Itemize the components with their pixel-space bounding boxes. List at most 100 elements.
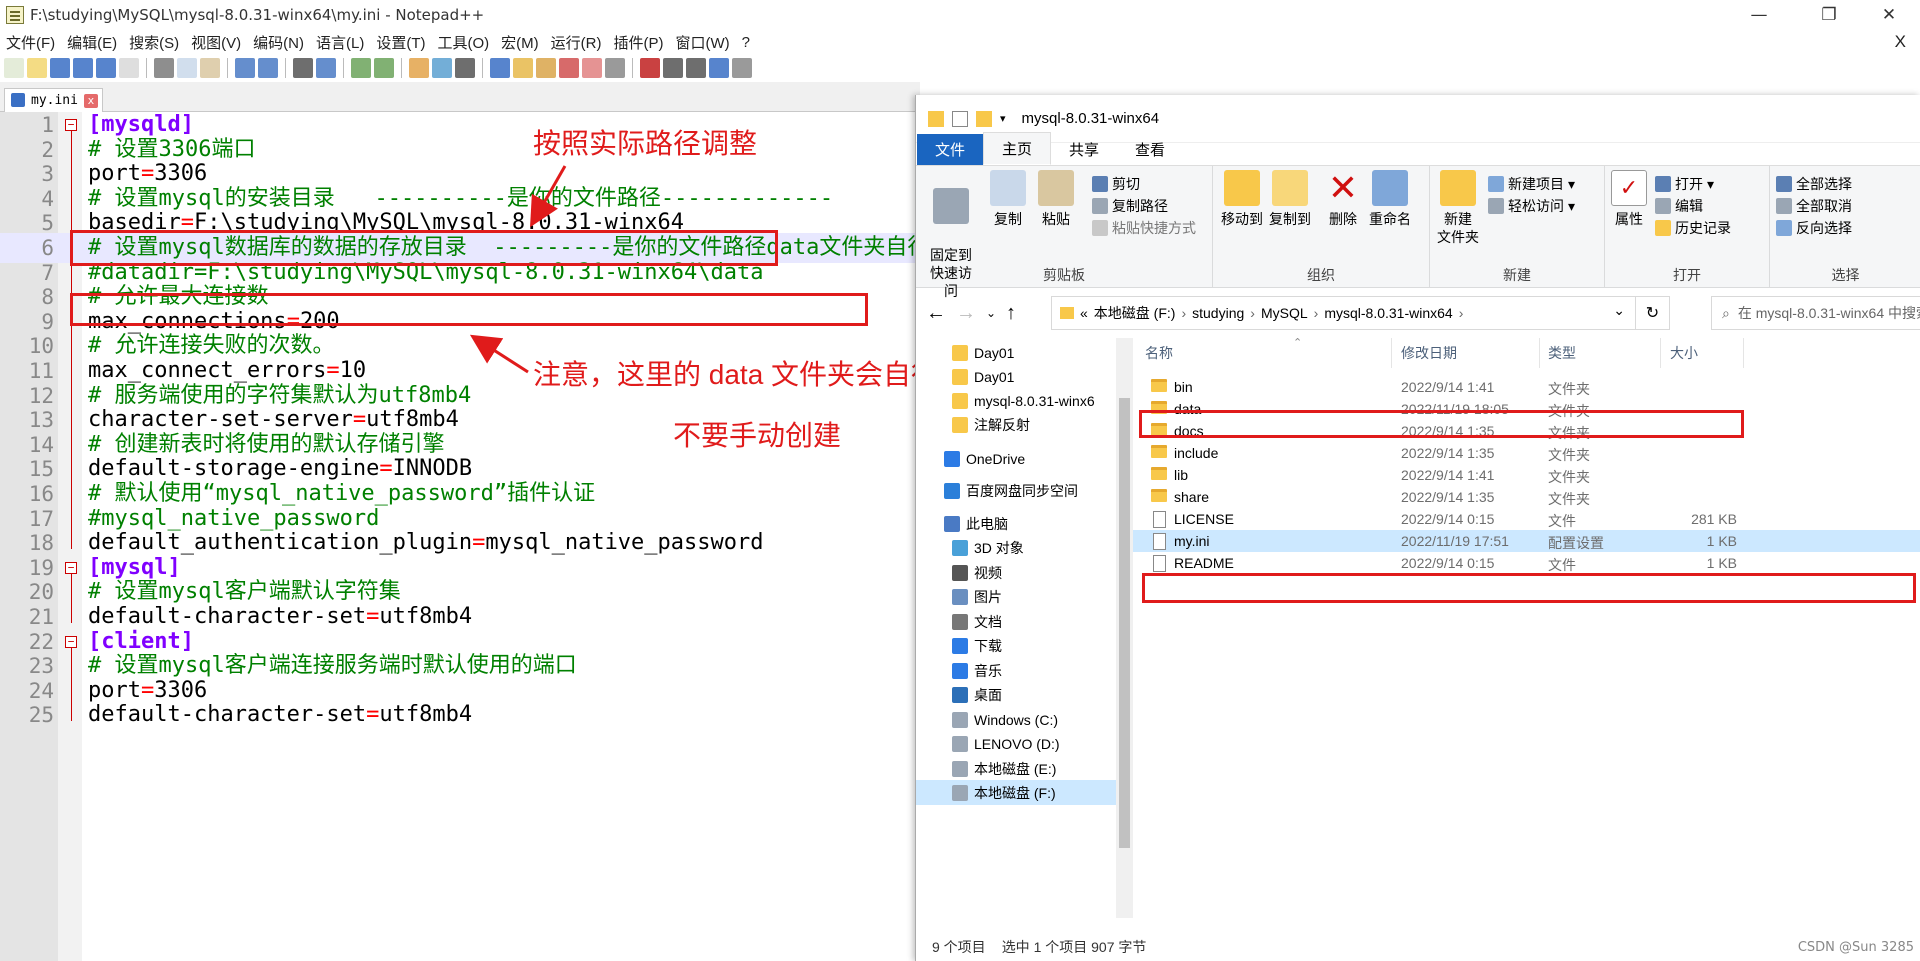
menu-item[interactable]: 窗口(W) [669,32,735,53]
back-arrow-icon[interactable]: ← [926,296,946,330]
toolbar-button-icon[interactable] [4,58,24,78]
toolbar-button-icon[interactable] [351,58,371,78]
menu-item[interactable]: 编辑(E) [61,32,123,53]
nav-item[interactable]: 百度网盘同步空间 [916,478,1116,503]
breadcrumb-chevron-icon[interactable]: › [1250,305,1255,321]
history-button[interactable]: 历史记录 [1655,218,1731,238]
toolbar-button-icon[interactable] [409,58,429,78]
breadcrumb-item[interactable]: studying [1192,305,1244,321]
toolbar-button-icon[interactable] [490,58,510,78]
properties-button[interactable]: ✓ 属性 [1611,170,1647,228]
toolbar-button-icon[interactable] [709,58,729,78]
address-bar[interactable]: « 本地磁盘 (F:) › studying › MySQL › mysql-8.0.31-… [1051,296,1636,330]
minimize-button[interactable]: — [1736,0,1782,30]
column-divider[interactable] [1391,338,1392,368]
nav-item[interactable]: 此电脑 [916,511,1116,536]
toolbar-button-icon[interactable] [432,58,452,78]
column-header-type[interactable]: 类型 [1548,338,1576,368]
navigation-scrollbar[interactable] [1116,338,1133,918]
nav-item[interactable]: 本地磁盘 (E:) [916,756,1116,781]
menu-item[interactable]: 搜索(S) [123,32,185,53]
menu-item[interactable]: 插件(P) [607,32,669,53]
file-row[interactable]: share 2022/9/14 1:35 文件夹 [1133,486,1920,508]
scrollbar-thumb[interactable] [1119,398,1130,848]
copy-button[interactable]: 复制 [988,170,1028,228]
column-header-name[interactable]: 名称 [1145,338,1173,368]
refresh-button[interactable]: ↻ [1636,296,1670,330]
toolbar-button-icon[interactable] [73,58,93,78]
toolbar-button-icon[interactable] [316,58,336,78]
select-all-button[interactable]: 全部选择 [1776,174,1852,194]
recent-locations-chevron-icon[interactable]: ⌄ [986,296,996,330]
toolbar-button-icon[interactable] [235,58,255,78]
menu-item[interactable]: 运行(R) [545,32,608,53]
nav-item[interactable]: Day01 [916,340,1116,365]
nav-item[interactable]: 视频 [916,560,1116,585]
file-row[interactable]: my.ini 2022/11/19 17:51 配置设置 1 KB [1133,530,1920,552]
toolbar-button-icon[interactable] [293,58,313,78]
toolbar-button-icon[interactable] [559,58,579,78]
delete-button[interactable]: ✕ 删除 [1325,170,1361,228]
column-divider[interactable] [1660,338,1661,368]
file-row[interactable]: bin 2022/9/14 1:41 文件夹 [1133,376,1920,398]
menu-item[interactable]: 工具(O) [431,32,495,53]
menu-item[interactable]: 文件(F) [0,32,61,53]
properties-icon[interactable] [952,110,968,127]
toolbar-button-icon[interactable] [27,58,47,78]
toolbar-button-icon[interactable] [663,58,683,78]
toolbar-button-icon[interactable] [177,58,197,78]
forward-arrow-icon[interactable]: → [956,296,976,330]
nav-item[interactable]: LENOVO (D:) [916,731,1116,756]
menu-item[interactable]: 宏(M) [495,32,545,53]
tab-close-icon[interactable]: x [83,93,98,108]
nav-item[interactable]: 图片 [916,584,1116,609]
new-folder-button[interactable]: 新建 文件夹 [1436,170,1480,246]
tab-home[interactable]: 主页 [983,132,1052,165]
toolbar-button-icon[interactable] [258,58,278,78]
file-row[interactable]: include 2022/9/14 1:35 文件夹 [1133,442,1920,464]
open-button[interactable]: 打开 ▾ [1655,174,1714,194]
address-dropdown-icon[interactable]: ⌄ [1613,302,1625,319]
nav-item[interactable]: 文档 [916,609,1116,634]
breadcrumb-item[interactable]: 本地磁盘 (F:) [1094,303,1176,323]
column-divider[interactable] [1539,338,1540,368]
toolbar-button-icon[interactable] [50,58,70,78]
copy-to-button[interactable]: 复制到 [1267,170,1313,228]
menu-item[interactable]: 视图(V) [185,32,247,53]
menu-item[interactable]: 编码(N) [247,32,310,53]
toolbar-button-icon[interactable] [96,58,116,78]
toolbar-button-icon[interactable] [640,58,660,78]
file-row[interactable]: lib 2022/9/14 1:41 文件夹 [1133,464,1920,486]
breadcrumb-chevron-icon[interactable]: › [1314,305,1319,321]
easy-access-button[interactable]: 轻松访问 ▾ [1488,196,1575,216]
select-none-button[interactable]: 全部取消 [1776,196,1852,216]
menu-item[interactable]: 语言(L) [310,32,370,53]
nav-item[interactable]: OneDrive [916,446,1116,471]
nav-item[interactable]: 桌面 [916,682,1116,707]
new-folder-icon[interactable] [976,110,992,127]
toolbar-button-icon[interactable] [455,58,475,78]
toolbar-button-icon[interactable] [119,58,139,78]
toolbar-button-icon[interactable] [374,58,394,78]
address-overflow[interactable]: « [1080,305,1088,321]
column-header-size[interactable]: 大小 [1670,338,1698,368]
toolbar-button-icon[interactable] [582,58,602,78]
breadcrumb-chevron-icon[interactable]: › [1181,305,1186,321]
toolbar-button-icon[interactable] [154,58,174,78]
fold-toggle-icon[interactable]: − [65,561,77,574]
breadcrumb-chevron-icon[interactable]: › [1459,305,1464,321]
column-divider[interactable] [1743,338,1744,368]
move-to-button[interactable]: 移动到 [1219,170,1265,228]
menu-close-document-button[interactable]: X [1889,32,1912,52]
nav-item[interactable]: Windows (C:) [916,707,1116,732]
code-line[interactable]: 25 default-character-set=utf8mb4 [0,700,915,730]
toolbar-button-icon[interactable] [513,58,533,78]
file-row[interactable]: LICENSE 2022/9/14 0:15 文件 281 KB [1133,508,1920,530]
tab-my-ini[interactable]: my.ini x [4,88,103,112]
close-window-button[interactable]: ✕ [1866,0,1912,30]
tab-file[interactable]: 文件 [917,134,984,165]
search-box[interactable]: ⌕ 在 mysql-8.0.31-winx64 中搜索 [1711,296,1920,330]
rename-button[interactable]: 重命名 [1365,170,1415,228]
nav-item[interactable]: 音乐 [916,658,1116,683]
toolbar-button-icon[interactable] [200,58,220,78]
